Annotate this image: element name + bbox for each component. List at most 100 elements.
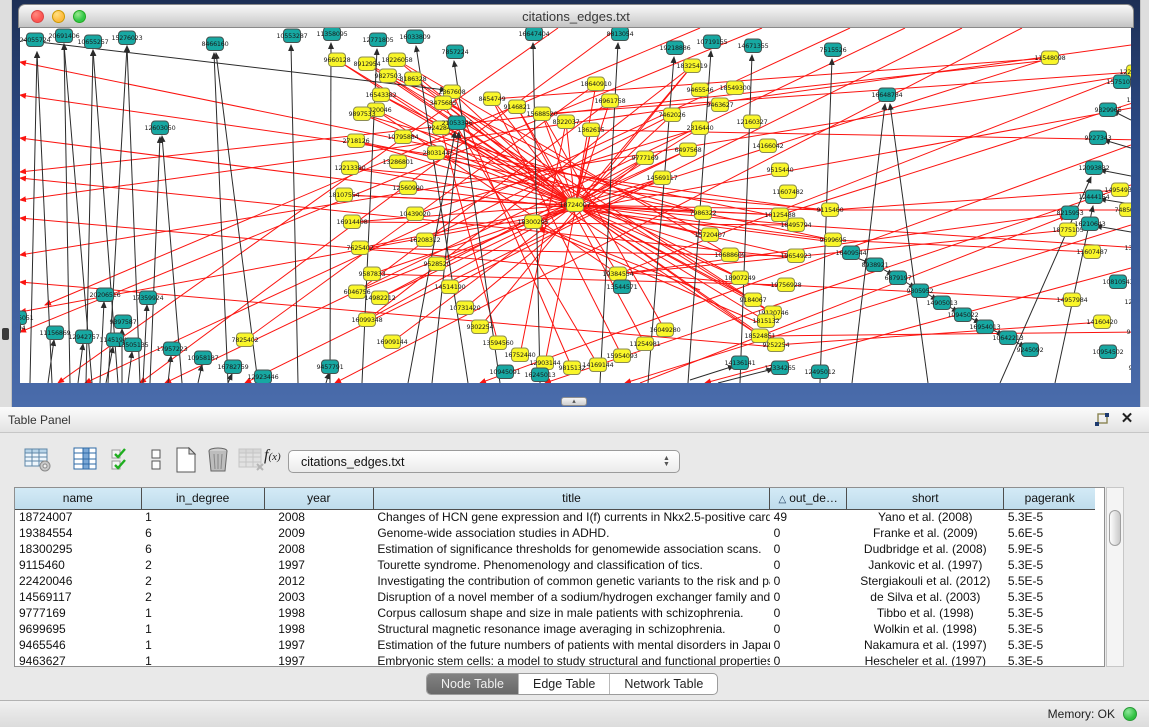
column-header-short[interactable]: short (847, 488, 1004, 509)
table-row[interactable]: 1456911722003Disruption of a novel membe… (15, 589, 1095, 605)
graph-node[interactable]: 16049280 (650, 323, 681, 337)
column-header-pagerank[interactable]: pagerank (1004, 488, 1095, 509)
graph-node[interactable]: 9391594 (20, 321, 26, 335)
graph-node[interactable]: 9587833 (358, 267, 385, 281)
close-panel-icon[interactable]: ✕ (1119, 411, 1135, 427)
graph-node[interactable]: 19218886 (660, 41, 691, 55)
graph-node[interactable]: 10795884 (388, 130, 419, 144)
graph-node[interactable]: 1362615 (577, 123, 604, 137)
table-row[interactable]: 946554611997Estimation of the future num… (15, 637, 1095, 653)
graph-node[interactable]: 18495794 (781, 218, 812, 232)
graph-node[interactable]: 11607482 (773, 185, 804, 199)
table-vertical-scrollbar[interactable] (1106, 487, 1124, 667)
graph-node[interactable]: 20206516 (90, 288, 121, 302)
graph-node[interactable]: 13594560 (483, 336, 514, 350)
graph-node[interactable]: 16909144 (377, 335, 408, 349)
graph-node[interactable]: 12903144 (530, 356, 561, 370)
graph-node[interactable]: 12093832 (1079, 161, 1110, 175)
graph-node[interactable]: 9184067 (739, 293, 766, 307)
float-panel-icon[interactable] (1094, 413, 1109, 427)
graph-node[interactable]: 17957223 (157, 342, 188, 356)
table-row[interactable]: 977716911998Corpus callosum shape and si… (15, 605, 1095, 621)
graph-node[interactable]: 9827503 (374, 69, 401, 83)
graph-node[interactable]: 18907249 (725, 271, 756, 285)
table-row[interactable]: 2242004622012Investigating the contribut… (15, 573, 1095, 589)
network-frame-titlebar[interactable]: citations_edges.txt (18, 4, 1134, 28)
scrollbar-thumb[interactable] (1109, 510, 1121, 546)
column-header-title[interactable]: title (373, 488, 769, 509)
graph-node[interactable]: 18226058 (382, 53, 413, 67)
graph-node[interactable]: 14569117 (647, 171, 678, 185)
table-settings-icon[interactable] (24, 447, 52, 473)
graph-node[interactable]: 10731420 (450, 301, 481, 315)
graph-node[interactable]: 11548098 (1035, 51, 1066, 65)
graph-node[interactable]: 11358095 (317, 28, 348, 41)
graph-node[interactable]: 16099348 (352, 313, 383, 327)
graph-node[interactable]: 1815132 (752, 314, 779, 328)
table-row[interactable]: 1938455462009Genome-wide association stu… (15, 525, 1095, 541)
graph-node[interactable]: 19384554 (603, 267, 634, 281)
graph-node[interactable]: 14160420 (1087, 315, 1118, 329)
tab-edge-table[interactable]: Edge Table (519, 674, 610, 694)
graph-node[interactable]: 15751074 (1107, 75, 1131, 89)
graph-node[interactable]: 10954502 (1093, 345, 1124, 359)
graph-node[interactable]: 9528520 (423, 257, 450, 271)
graph-node[interactable]: 18107554 (329, 188, 360, 202)
graph-node[interactable]: 16648784 (872, 88, 903, 102)
graph-node[interactable]: 9252254 (762, 338, 789, 352)
graph-node[interactable]: 10810543 (1103, 275, 1131, 289)
graph-node[interactable]: 12942757 (69, 330, 100, 344)
graph-node[interactable]: 14957984 (1057, 293, 1088, 307)
graph-node[interactable]: 12771805 (363, 33, 394, 47)
graph-node[interactable]: 10719155 (697, 35, 728, 49)
table-row[interactable]: 1830029562008Estimation of significance … (15, 541, 1095, 557)
graph-node[interactable]: 16961758 (595, 94, 626, 108)
table-row[interactable]: 1872400712008Changes of HCN gene express… (15, 509, 1095, 525)
graph-node[interactable]: 18640910 (581, 77, 612, 91)
graph-node[interactable]: 9302254 (466, 320, 493, 334)
new-table-icon[interactable] (172, 447, 200, 473)
graph-node[interactable]: 9154409 (1126, 325, 1131, 339)
graph-node[interactable]: 14514190 (435, 280, 466, 294)
table-source-select[interactable]: citations_edges.txt ▲▼ (288, 450, 680, 473)
graph-node[interactable]: 9329966 (1094, 103, 1121, 117)
tab-network-table[interactable]: Network Table (610, 674, 717, 694)
graph-node[interactable]: 9115460 (816, 203, 843, 217)
graph-node[interactable]: 16033809 (400, 30, 431, 44)
panel-resize-handle[interactable]: ▴ (561, 397, 587, 406)
graph-node[interactable]: 8813054 (606, 28, 633, 41)
graph-node[interactable]: 8466160 (201, 37, 228, 51)
graph-node[interactable]: 9457791 (316, 360, 343, 374)
graph-node[interactable]: 20691406 (49, 29, 80, 43)
graph-node[interactable]: 7515526 (819, 43, 846, 57)
row-height-icon[interactable] (148, 447, 164, 473)
graph-node[interactable]: 7485083 (1114, 203, 1131, 217)
table-row[interactable]: 969969511998Structural magnetic resonanc… (15, 621, 1095, 637)
graph-node[interactable]: 13216032 (1125, 241, 1131, 255)
graph-node[interactable]: 9465546 (686, 83, 713, 97)
graph-node[interactable]: 6879197 (884, 271, 911, 285)
graph-node[interactable]: 12495012 (805, 365, 836, 379)
graph-node[interactable]: 16543382 (366, 88, 397, 102)
graph-node[interactable]: 10553287 (277, 29, 308, 43)
graph-node[interactable]: 11607487 (1077, 245, 1108, 259)
graph-node[interactable]: 16208312 (410, 233, 441, 247)
graph-node[interactable]: 12923446 (248, 370, 279, 383)
graph-node[interactable]: 16409544 (836, 246, 867, 260)
graph-node[interactable]: 9227343 (1084, 131, 1111, 145)
show-column-icon[interactable] (72, 447, 100, 473)
graph-node[interactable]: 16245013 (525, 368, 556, 382)
graph-node[interactable]: 16914408 (337, 215, 368, 229)
graph-node[interactable]: 9245092 (1016, 343, 1043, 357)
tab-node-table[interactable]: Node Table (427, 674, 519, 694)
graph-node[interactable]: 2718126 (342, 134, 369, 148)
graph-node[interactable]: 15276023 (112, 31, 143, 45)
column-header-in_degree[interactable]: in_degree (141, 488, 264, 509)
graph-node[interactable]: 12213380 (335, 161, 366, 175)
graph-node[interactable]: 14905013 (927, 296, 958, 310)
graph-node[interactable]: 9660128 (323, 53, 350, 67)
graph-node[interactable]: 24055724 (20, 33, 51, 47)
graph-node[interactable]: 15720407 (695, 228, 726, 242)
graph-node[interactable]: 18549300 (720, 81, 751, 95)
column-header-out_de[interactable]: △out_de… (770, 488, 847, 509)
